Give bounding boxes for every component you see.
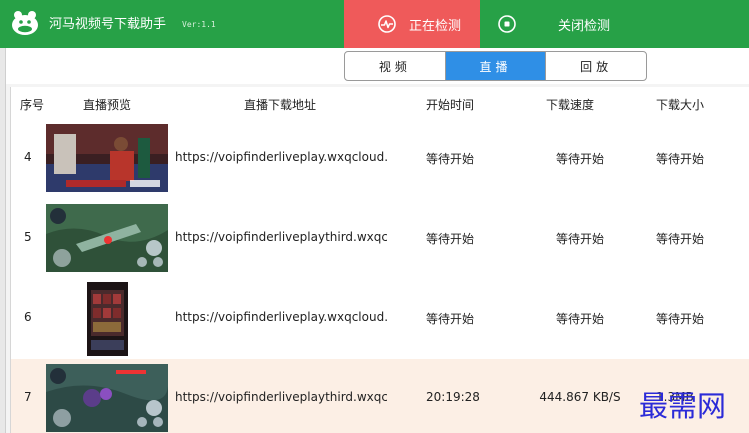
row-start-time: 等待开始 bbox=[426, 232, 475, 246]
tab-stop-detecting[interactable]: 关闭检测 bbox=[495, 0, 635, 48]
row-speed: 等待开始 bbox=[555, 152, 604, 166]
table-row[interactable]: 5 https://voipfinderliveplaythird.wxqclo… bbox=[11, 199, 749, 279]
portrait-stream-thumbnail[interactable] bbox=[87, 282, 128, 356]
row-start-time: 等待开始 bbox=[426, 312, 475, 326]
row-size: 等待开始 bbox=[656, 312, 705, 326]
row-index: 7 bbox=[24, 390, 32, 404]
segment-replay[interactable]: 回放 bbox=[546, 52, 646, 80]
live-download-table: 序号 直播预览 直播下载地址 开始时间 下载速度 下载大小 4 https://… bbox=[10, 87, 749, 433]
column-header-url: 直播下载地址 bbox=[244, 98, 317, 112]
row-speed: 等待开始 bbox=[555, 232, 604, 246]
app-title: 河马视频号下载助手 bbox=[49, 17, 167, 32]
window-left-border bbox=[0, 48, 6, 433]
stop-circle-icon bbox=[498, 15, 516, 33]
column-header-size: 下载大小 bbox=[656, 98, 705, 112]
hippo-logo-icon bbox=[12, 11, 38, 35]
site-watermark: 最需网 bbox=[639, 389, 727, 423]
table-row[interactable]: 4 https://voipfinderliveplay.wxqcloud.q … bbox=[11, 119, 749, 199]
version-label: Ver:1.1 bbox=[182, 20, 216, 29]
tab-detecting[interactable]: 正在检测 bbox=[344, 0, 480, 48]
row-start-time: 20:19:28 bbox=[426, 390, 480, 404]
column-header-preview: 直播预览 bbox=[83, 98, 132, 112]
row-url: https://voipfinderliveplay.wxqcloud.q bbox=[175, 310, 387, 324]
row-speed: 444.867 KB/S bbox=[539, 390, 621, 404]
row-size: 等待开始 bbox=[656, 232, 705, 246]
row-index: 6 bbox=[24, 310, 32, 324]
row-index: 4 bbox=[24, 150, 32, 164]
row-url: https://voipfinderliveplay.wxqcloud.q bbox=[175, 150, 387, 164]
row-url: https://voipfinderliveplaythird.wxqclo bbox=[175, 390, 387, 404]
row-speed: 等待开始 bbox=[555, 312, 604, 326]
row-index: 5 bbox=[24, 230, 32, 244]
column-header-start-time: 开始时间 bbox=[426, 98, 475, 112]
basketball-stream-thumbnail[interactable] bbox=[46, 124, 168, 192]
segment-video[interactable]: 视频 bbox=[345, 52, 446, 80]
category-bar: 视频 直播 回放 bbox=[6, 48, 749, 84]
row-size: 等待开始 bbox=[656, 152, 705, 166]
segment-live[interactable]: 直播 bbox=[445, 52, 547, 80]
tab-stop-detecting-label: 关闭检测 bbox=[558, 19, 611, 34]
category-segmented-control: 视频 直播 回放 bbox=[344, 51, 647, 81]
game-stream-thumbnail[interactable] bbox=[46, 364, 168, 432]
game-stream-thumbnail[interactable] bbox=[46, 204, 168, 272]
title-bar: 河马视频号下载助手 Ver:1.1 正在检测 关闭检测 bbox=[0, 0, 749, 48]
tab-detecting-label: 正在检测 bbox=[409, 19, 462, 34]
column-header-speed: 下载速度 bbox=[546, 98, 595, 112]
row-start-time: 等待开始 bbox=[426, 152, 475, 166]
column-header-index: 序号 bbox=[20, 98, 45, 112]
table-row[interactable]: 6 https://voipfinderliveplay.wxqcloud.q … bbox=[11, 279, 749, 359]
pulse-icon bbox=[378, 15, 396, 33]
table-header: 序号 直播预览 直播下载地址 开始时间 下载速度 下载大小 bbox=[11, 87, 749, 119]
row-url: https://voipfinderliveplaythird.wxqclo bbox=[175, 230, 387, 244]
